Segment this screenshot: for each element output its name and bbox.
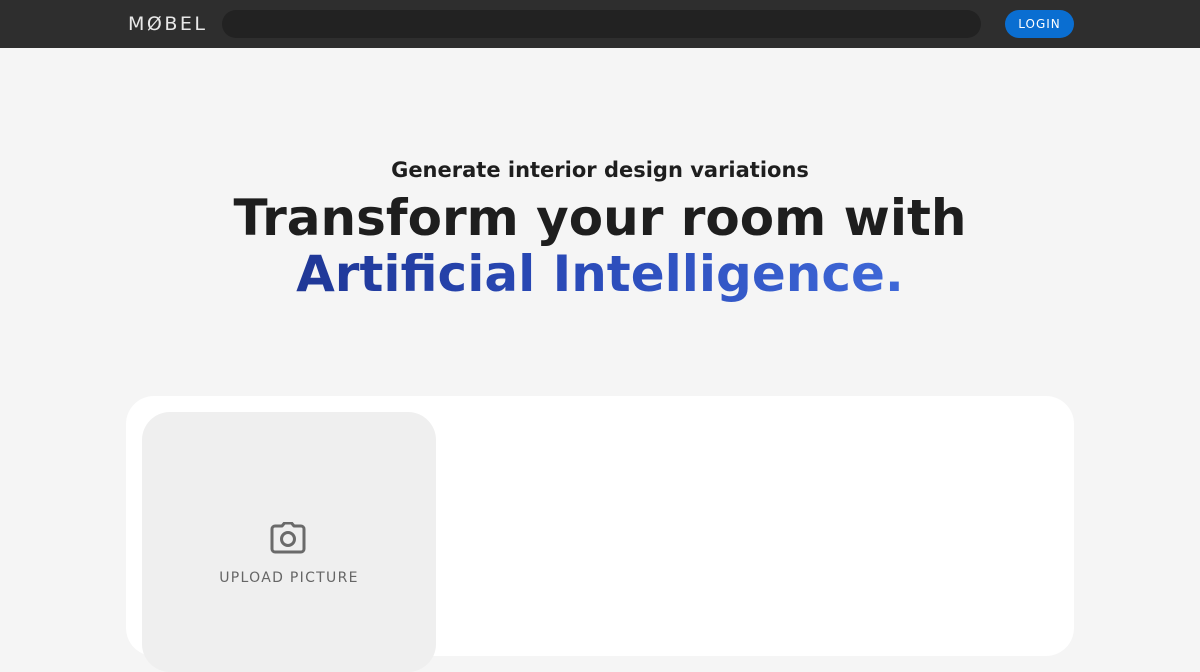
camera-icon bbox=[270, 522, 306, 554]
upload-picture-dropzone[interactable]: UPLOAD PICTURE bbox=[142, 412, 436, 672]
mobel-logo[interactable]: MØBEL bbox=[128, 11, 207, 37]
hero-title-accent: Artificial Intelligence. bbox=[296, 245, 904, 303]
upload-card: UPLOAD PICTURE bbox=[126, 396, 1074, 672]
login-button[interactable]: LOGIN bbox=[1005, 10, 1074, 38]
hero-subtitle: Generate interior design variations bbox=[391, 158, 809, 182]
hero-title-line: Transform your room with bbox=[233, 189, 967, 247]
search-input[interactable] bbox=[222, 10, 981, 38]
hero-title: Transform your room with Artificial Inte… bbox=[0, 190, 1200, 302]
top-navigation-bar: MØBEL LOGIN bbox=[0, 0, 1200, 48]
upload-picture-label: UPLOAD PICTURE bbox=[219, 570, 359, 586]
